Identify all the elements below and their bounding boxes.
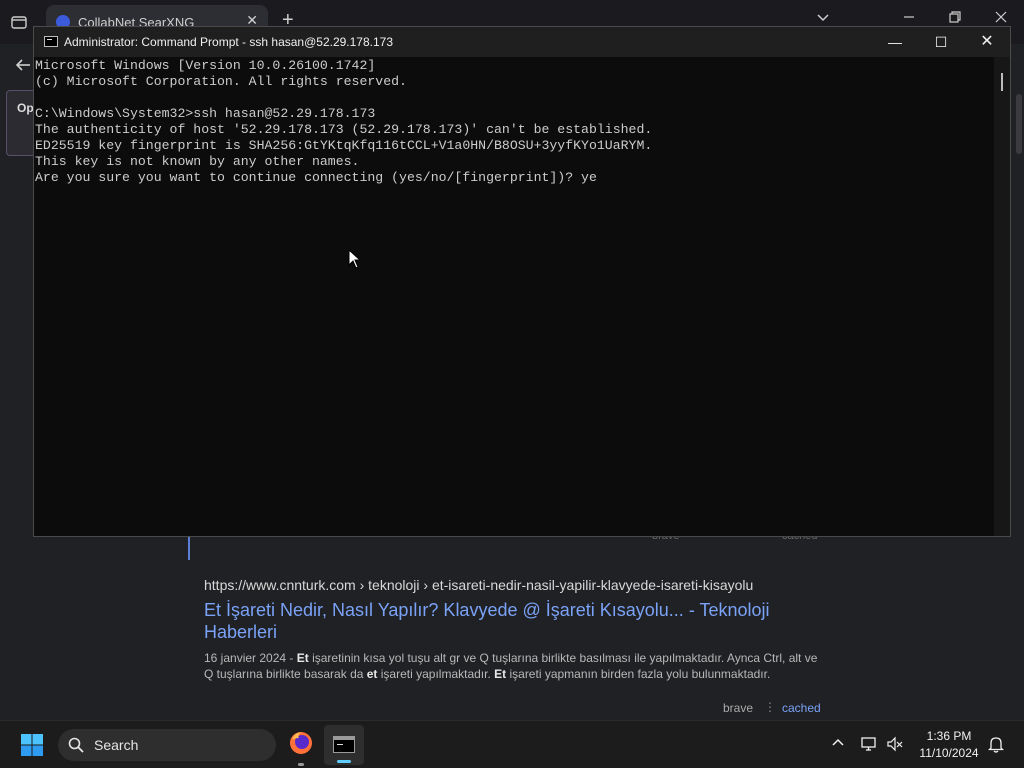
cmd-window-title: Administrator: Command Prompt - ssh hasa… [64,35,394,49]
tab-actions-icon[interactable] [10,13,28,31]
page-scrollbar[interactable] [1016,94,1022,154]
cmd-close-button[interactable]: ✕ [964,27,1010,57]
taskbar-search-box[interactable]: Search [58,729,276,761]
snippet-highlight: Et [296,651,309,665]
result-title-link[interactable]: Et İşareti Nedir, Nasıl Yapılır? Klavyed… [204,599,824,643]
snippet-text: işareti yapmanın birden fazla yolu bulun… [506,667,771,681]
result-url[interactable]: https://www.cnnturk.com › teknoloji › et… [204,577,753,593]
cmd-taskbar-button[interactable] [324,725,364,765]
firefox-taskbar-button[interactable] [284,727,318,766]
browser-minimize-icon[interactable] [902,10,916,27]
result-date: 16 janvier 2024 - [204,651,297,665]
result-snippet-text: Et işaretinin kısa yol tuşu alt gr ve Q … [204,651,817,681]
back-arrow-icon[interactable] [14,56,32,79]
cmd-terminal-output[interactable]: Microsoft Windows [Version 10.0.26100.17… [34,57,994,536]
browser-restore-icon[interactable] [948,10,962,27]
partial-side-card[interactable]: Op [6,90,36,156]
sound-muted-icon[interactable] [886,735,904,753]
result-cached-link[interactable]: cached [782,701,821,715]
clock-time[interactable]: 1:36 PM [904,729,994,743]
mouse-pointer-icon [348,249,362,269]
terminal-line: (c) Microsoft Corporation. All rights re… [35,74,407,89]
side-card-label: Op [17,101,34,115]
cmd-scrollbar-thumb[interactable] [1001,73,1003,91]
cmd-maximize-button[interactable]: ☐ [918,27,964,57]
terminal-line: This key is not known by any other names… [35,154,360,169]
cmd-title-bar[interactable]: Administrator: Command Prompt - ssh hasa… [34,27,1010,57]
result-snippet: 16 janvier 2024 - Et işaretinin kısa yol… [204,650,820,682]
snippet-highlight: et [366,667,378,681]
result-url-path: › teknoloji › et-isareti-nedir-nasil-yap… [359,577,754,593]
notification-bell-icon[interactable] [988,735,1004,753]
network-icon[interactable] [860,735,878,753]
result-url-domain: https://www.cnnturk.com [204,577,356,593]
cmd-window-icon [44,36,58,47]
show-hidden-icons-chevron-icon[interactable] [830,735,846,751]
cmd-minimize-button[interactable]: — [872,27,918,57]
snippet-text: işareti yapılmaktadır. [377,667,495,681]
result-accent-line [188,536,190,560]
cmd-active-indicator [337,760,351,763]
snippet-highlight: Et [494,667,507,681]
terminal-input-line[interactable]: Are you sure you want to continue connec… [35,170,597,186]
firefox-icon [290,732,312,754]
terminal-line: Microsoft Windows [Version 10.0.26100.17… [35,58,376,73]
search-icon [68,737,84,753]
result-separator: ⋮ [764,700,776,714]
search-label: Search [94,737,139,753]
command-prompt-window[interactable]: Administrator: Command Prompt - ssh hasa… [33,26,1011,537]
windows-start-icon[interactable] [20,733,44,757]
terminal-line: ED25519 key fingerprint is SHA256:GtYKtq… [35,138,653,153]
firefox-running-indicator [298,763,304,766]
browser-close-icon[interactable] [994,10,1008,27]
result-source-engine[interactable]: brave [723,701,753,715]
cmd-scrollbar[interactable] [994,57,1010,536]
search-results: brave cached https://www.cnnturk.com › t… [0,530,1024,720]
terminal-line: C:\Windows\System32>ssh hasan@52.29.178.… [35,106,376,121]
clock-date[interactable]: 11/10/2024 [904,746,994,760]
taskbar: Search 1:36 PM 11/10/2024 [0,720,1024,768]
terminal-line: The authenticity of host '52.29.178.173 … [35,122,653,137]
terminal-icon [333,736,355,753]
